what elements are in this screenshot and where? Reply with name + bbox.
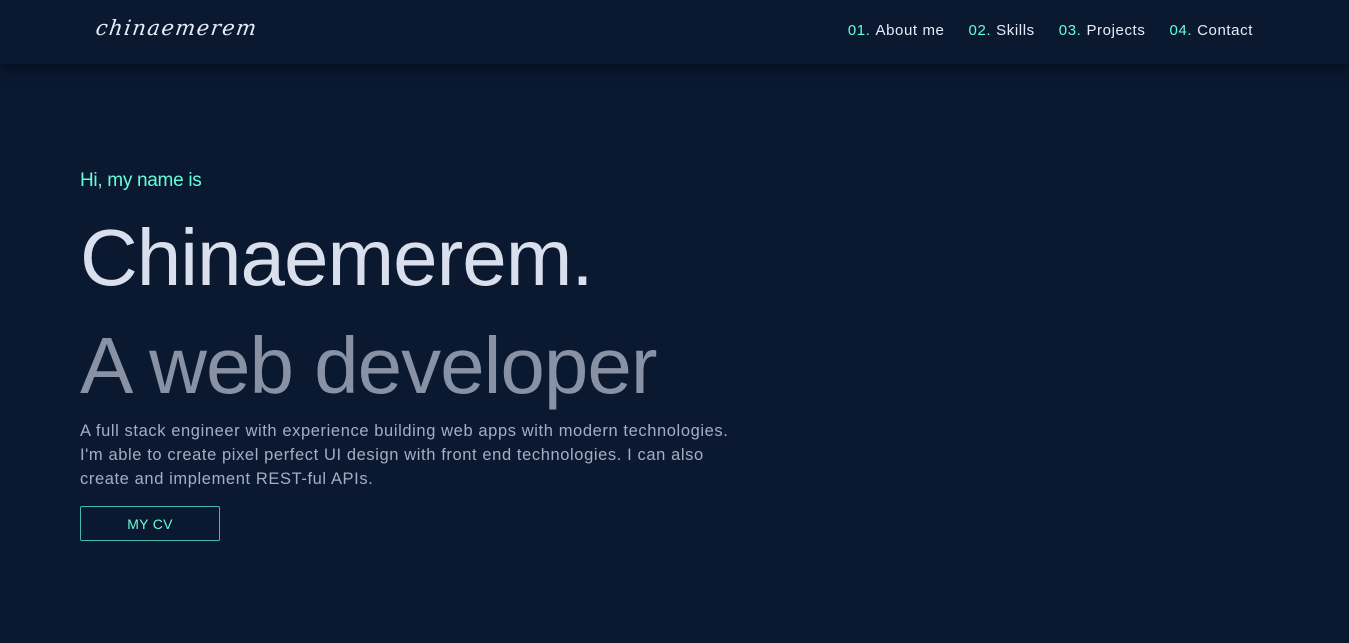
- nav-number: 04.: [1169, 22, 1193, 39]
- hero-name: Chinaemerem.: [80, 213, 594, 302]
- intro-line: A full stack engineer with experience bu…: [80, 422, 729, 440]
- hero-greeting: Hi, my name is: [80, 170, 202, 191]
- navbar: chinaemerem 01. About me 02. Skills 03. …: [0, 0, 1349, 64]
- hero-section: Hi, my name is Chinaemerem. A web develo…: [80, 168, 800, 541]
- hero-intro: A full stack engineer with experience bu…: [80, 419, 770, 491]
- nav-label: Contact: [1197, 22, 1253, 39]
- nav-label: About me: [875, 22, 945, 39]
- nav-item-projects[interactable]: 03. Projects: [1059, 22, 1146, 39]
- nav-number: 03.: [1058, 22, 1082, 39]
- nav-item-about-me[interactable]: 01. About me: [848, 22, 945, 39]
- main-nav: 01. About me 02. Skills 03. Projects 04.…: [848, 22, 1253, 39]
- intro-line: create and implement REST-ful APIs.: [80, 470, 374, 488]
- intro-line: I'm able to create pixel perfect UI desi…: [80, 446, 704, 464]
- nav-number: 01.: [847, 22, 871, 39]
- nav-label: Projects: [1086, 22, 1146, 39]
- cv-button[interactable]: MY CV: [80, 506, 220, 541]
- hero-role: A web developer: [80, 321, 658, 410]
- site-logo[interactable]: chinaemerem: [94, 16, 259, 40]
- nav-label: Skills: [996, 22, 1035, 39]
- nav-number: 02.: [968, 22, 992, 39]
- nav-item-skills[interactable]: 02. Skills: [969, 22, 1035, 39]
- nav-item-contact[interactable]: 04. Contact: [1169, 22, 1253, 39]
